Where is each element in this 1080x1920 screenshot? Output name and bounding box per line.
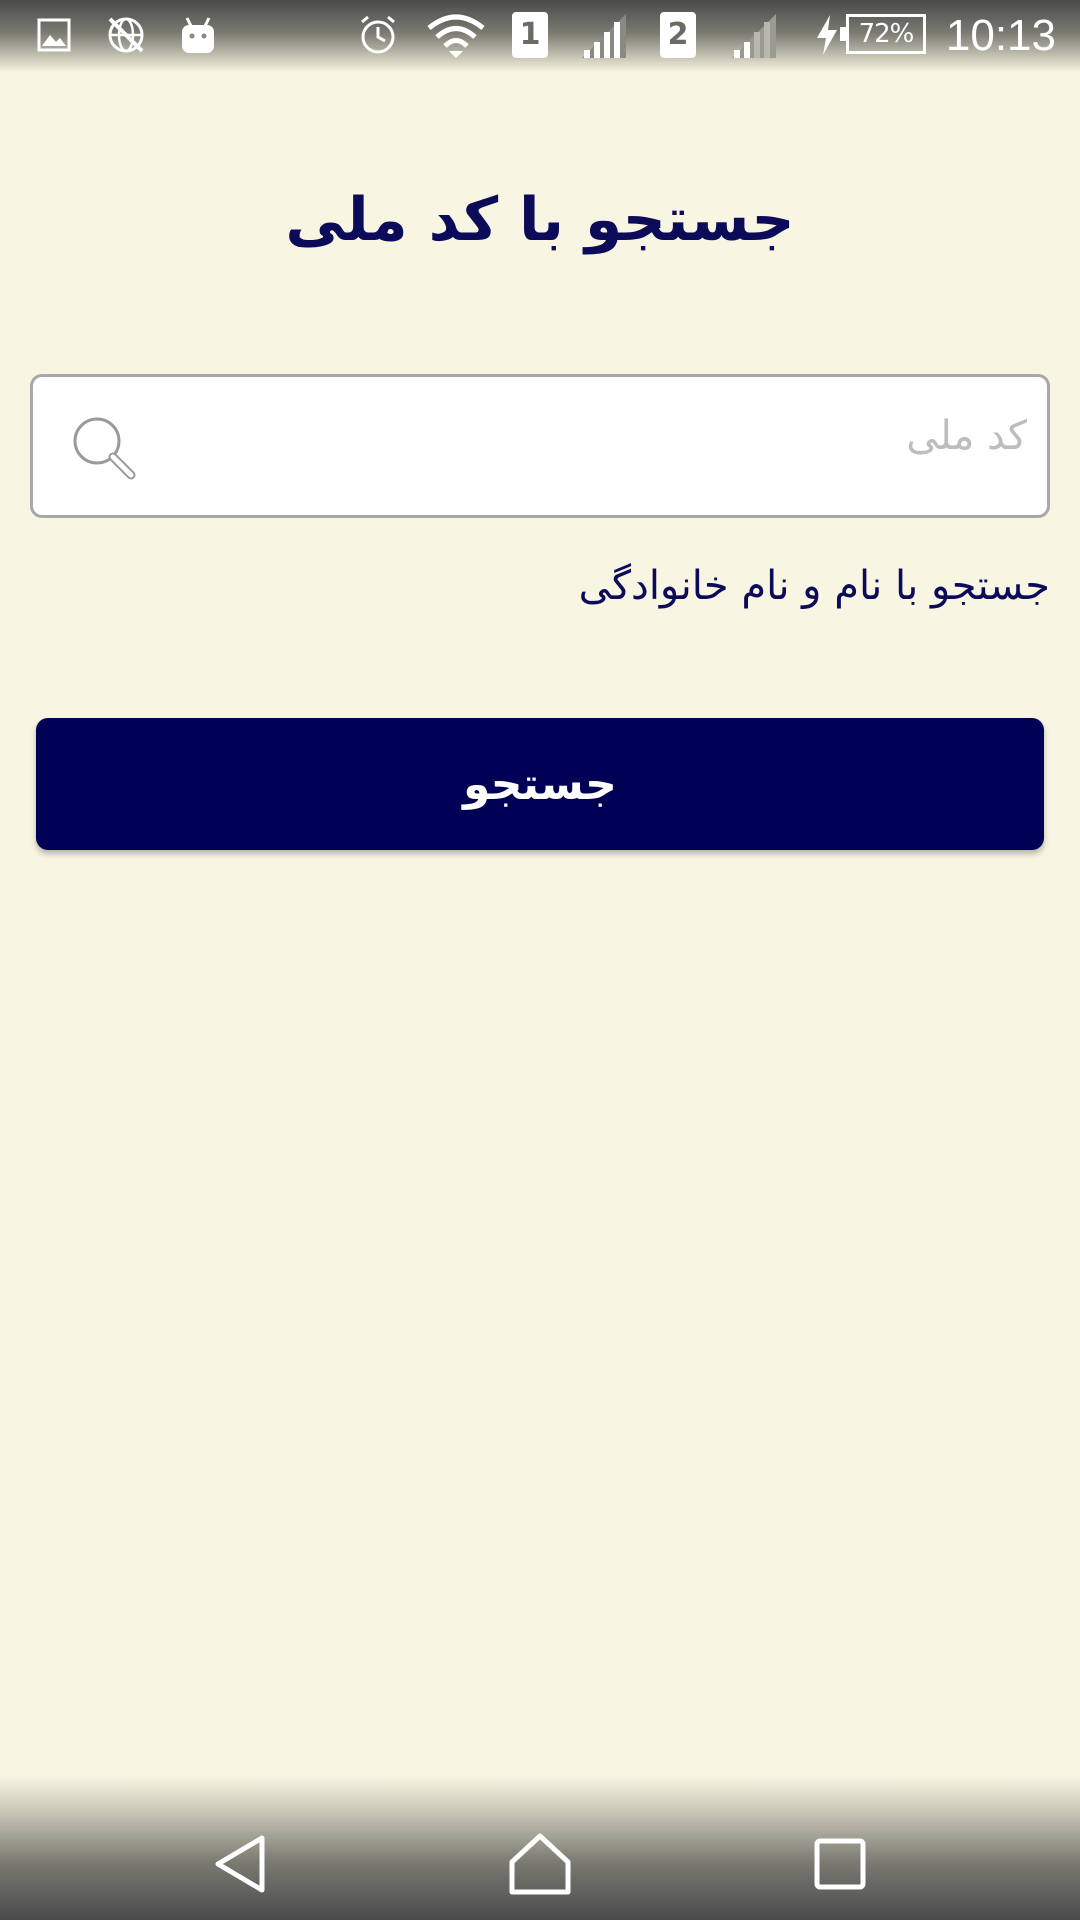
sim2-icon: 2 bbox=[660, 12, 696, 58]
signal-icon bbox=[580, 12, 626, 58]
page-title: جستجو با کد ملی bbox=[285, 185, 795, 255]
search-icon[interactable] bbox=[69, 413, 139, 483]
charging-icon bbox=[814, 12, 840, 58]
signal-weak-icon bbox=[730, 12, 776, 58]
national-code-input[interactable] bbox=[143, 377, 1027, 515]
home-icon[interactable] bbox=[500, 1824, 580, 1904]
national-code-search-box[interactable] bbox=[30, 374, 1050, 518]
recents-icon[interactable] bbox=[800, 1824, 880, 1904]
wifi-icon bbox=[426, 12, 486, 58]
no-network-icon bbox=[104, 12, 148, 58]
navigation-bar bbox=[0, 1776, 1080, 1920]
sim1-icon: 1 bbox=[512, 12, 548, 58]
battery-icon: 72% bbox=[840, 14, 926, 54]
alarm-icon bbox=[356, 12, 400, 58]
android-icon bbox=[178, 12, 218, 58]
search-button[interactable]: جستجو bbox=[36, 718, 1044, 850]
image-icon bbox=[36, 12, 72, 58]
status-bar: 1 2 72% 10:13 bbox=[0, 0, 1080, 72]
search-by-name-link[interactable]: جستجو با نام و نام خانوادگی bbox=[579, 556, 1050, 616]
status-clock: 10:13 bbox=[945, 11, 1056, 60]
back-icon[interactable] bbox=[200, 1824, 280, 1904]
